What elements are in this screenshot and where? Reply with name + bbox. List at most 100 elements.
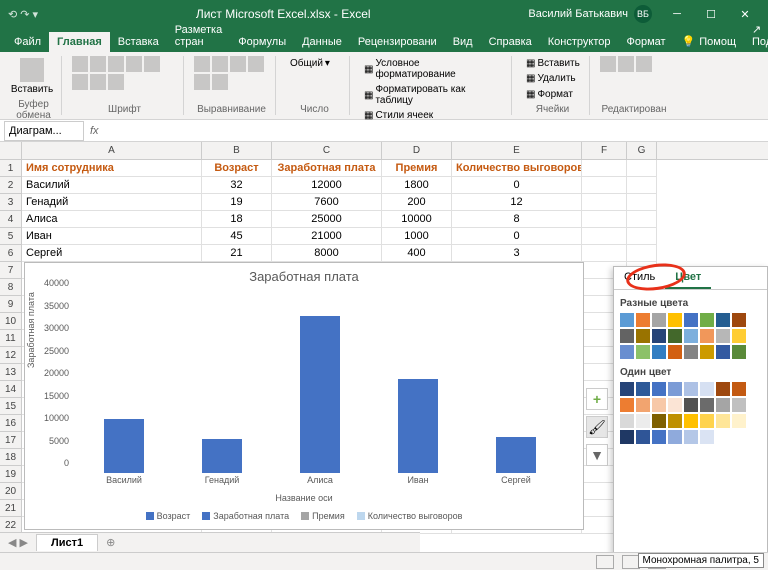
cell[interactable]: 0 <box>452 228 582 245</box>
color-swatch[interactable] <box>732 398 746 412</box>
cell[interactable]: Сергей <box>22 245 202 262</box>
cell[interactable]: Возраст <box>202 160 272 177</box>
color-swatch[interactable] <box>732 345 746 359</box>
color-swatch[interactable] <box>652 382 666 396</box>
color-swatch[interactable] <box>700 430 714 444</box>
color-swatch[interactable] <box>652 414 666 428</box>
row-header[interactable]: 20 <box>0 483 22 500</box>
color-swatch[interactable] <box>636 345 650 359</box>
chart-bar[interactable] <box>202 439 242 473</box>
color-swatch[interactable] <box>732 382 746 396</box>
color-swatch[interactable] <box>716 345 730 359</box>
tab-review[interactable]: Рецензировани <box>350 32 445 52</box>
color-tab[interactable]: Цвет <box>665 267 711 289</box>
tab-file[interactable]: Файл <box>6 32 49 52</box>
color-swatch[interactable] <box>636 414 650 428</box>
col-header[interactable]: B <box>202 142 272 159</box>
cell[interactable]: 25000 <box>272 211 382 228</box>
color-swatch[interactable] <box>668 398 682 412</box>
cell[interactable]: 21000 <box>272 228 382 245</box>
insert-cells[interactable]: ▦ Вставить <box>522 56 583 71</box>
format-table[interactable]: ▦ Форматировать как таблицу <box>360 82 505 108</box>
cell[interactable]: 45 <box>202 228 272 245</box>
color-swatch[interactable] <box>652 430 666 444</box>
tab-design[interactable]: Конструктор <box>540 32 619 52</box>
color-swatch[interactable] <box>684 313 698 327</box>
color-swatch[interactable] <box>700 414 714 428</box>
sheet-tab-1[interactable]: Лист1 <box>36 534 98 551</box>
number-format[interactable]: Общий ▾ <box>286 56 343 71</box>
color-swatch[interactable] <box>652 329 666 343</box>
cell[interactable]: Иван <box>22 228 202 245</box>
color-swatch[interactable] <box>716 329 730 343</box>
select-all[interactable] <box>0 142 22 159</box>
delete-cells[interactable]: ▦ Удалить <box>522 71 583 86</box>
paste-button[interactable]: Вставить <box>12 56 52 97</box>
color-swatch[interactable] <box>700 313 714 327</box>
row-header[interactable]: 8 <box>0 279 22 296</box>
view-normal[interactable] <box>596 555 614 569</box>
row-header[interactable]: 4 <box>0 211 22 228</box>
cell[interactable] <box>627 177 657 194</box>
cell[interactable] <box>627 228 657 245</box>
row-header[interactable]: 6 <box>0 245 22 262</box>
chart-filter-button[interactable]: ▼ <box>586 444 608 466</box>
tab-formulas[interactable]: Формулы <box>230 32 294 52</box>
color-swatch[interactable] <box>636 329 650 343</box>
row-header[interactable]: 1 <box>0 160 22 177</box>
color-swatch[interactable] <box>684 329 698 343</box>
formula-input[interactable] <box>103 121 768 141</box>
cell[interactable] <box>582 228 627 245</box>
color-swatch[interactable] <box>620 313 634 327</box>
chart-bar[interactable] <box>300 316 340 474</box>
cell[interactable]: 12 <box>452 194 582 211</box>
color-swatch[interactable] <box>700 345 714 359</box>
cell[interactable]: 19 <box>202 194 272 211</box>
cell[interactable] <box>582 177 627 194</box>
name-box[interactable] <box>4 121 84 141</box>
chart-legend[interactable]: ВозрастЗаработная платаПремияКоличество … <box>25 511 583 521</box>
tab-view[interactable]: Вид <box>445 32 481 52</box>
color-swatch[interactable] <box>716 382 730 396</box>
row-header[interactable]: 3 <box>0 194 22 211</box>
cell[interactable] <box>627 194 657 211</box>
tab-layout[interactable]: Разметка стран <box>167 20 231 52</box>
color-swatch[interactable] <box>716 313 730 327</box>
chart-bar[interactable] <box>104 419 144 473</box>
color-swatch[interactable] <box>620 382 634 396</box>
col-header[interactable]: E <box>452 142 582 159</box>
row-header[interactable]: 13 <box>0 364 22 381</box>
color-swatch[interactable] <box>684 430 698 444</box>
color-swatch[interactable] <box>700 329 714 343</box>
col-header[interactable]: D <box>382 142 452 159</box>
color-swatch[interactable] <box>732 329 746 343</box>
color-swatch[interactable] <box>636 430 650 444</box>
tell-me[interactable]: 💡 Помощ <box>674 31 744 52</box>
tab-insert[interactable]: Вставка <box>110 32 167 52</box>
color-swatch[interactable] <box>620 398 634 412</box>
color-swatch[interactable] <box>652 313 666 327</box>
cell[interactable]: 18 <box>202 211 272 228</box>
chart-style-button[interactable]: 🖌 <box>586 416 608 438</box>
cell[interactable]: Заработная плата <box>272 160 382 177</box>
col-header[interactable]: C <box>272 142 382 159</box>
add-sheet[interactable]: ⊕ <box>98 536 123 549</box>
row-header[interactable]: 19 <box>0 466 22 483</box>
row-header[interactable]: 15 <box>0 398 22 415</box>
tab-data[interactable]: Данные <box>294 32 350 52</box>
color-swatch[interactable] <box>668 345 682 359</box>
cell[interactable]: 21 <box>202 245 272 262</box>
cell[interactable]: 3 <box>452 245 582 262</box>
style-tab[interactable]: Стиль <box>614 267 665 289</box>
cell[interactable]: Количество выговоров <box>452 160 582 177</box>
row-header[interactable]: 17 <box>0 432 22 449</box>
color-swatch[interactable] <box>684 382 698 396</box>
color-swatch[interactable] <box>716 398 730 412</box>
chart-bar[interactable] <box>398 379 438 474</box>
chart-bar[interactable] <box>496 437 536 473</box>
color-swatch[interactable] <box>684 414 698 428</box>
color-swatch[interactable] <box>668 329 682 343</box>
color-swatch[interactable] <box>636 398 650 412</box>
cell[interactable] <box>582 245 627 262</box>
cell[interactable]: 400 <box>382 245 452 262</box>
